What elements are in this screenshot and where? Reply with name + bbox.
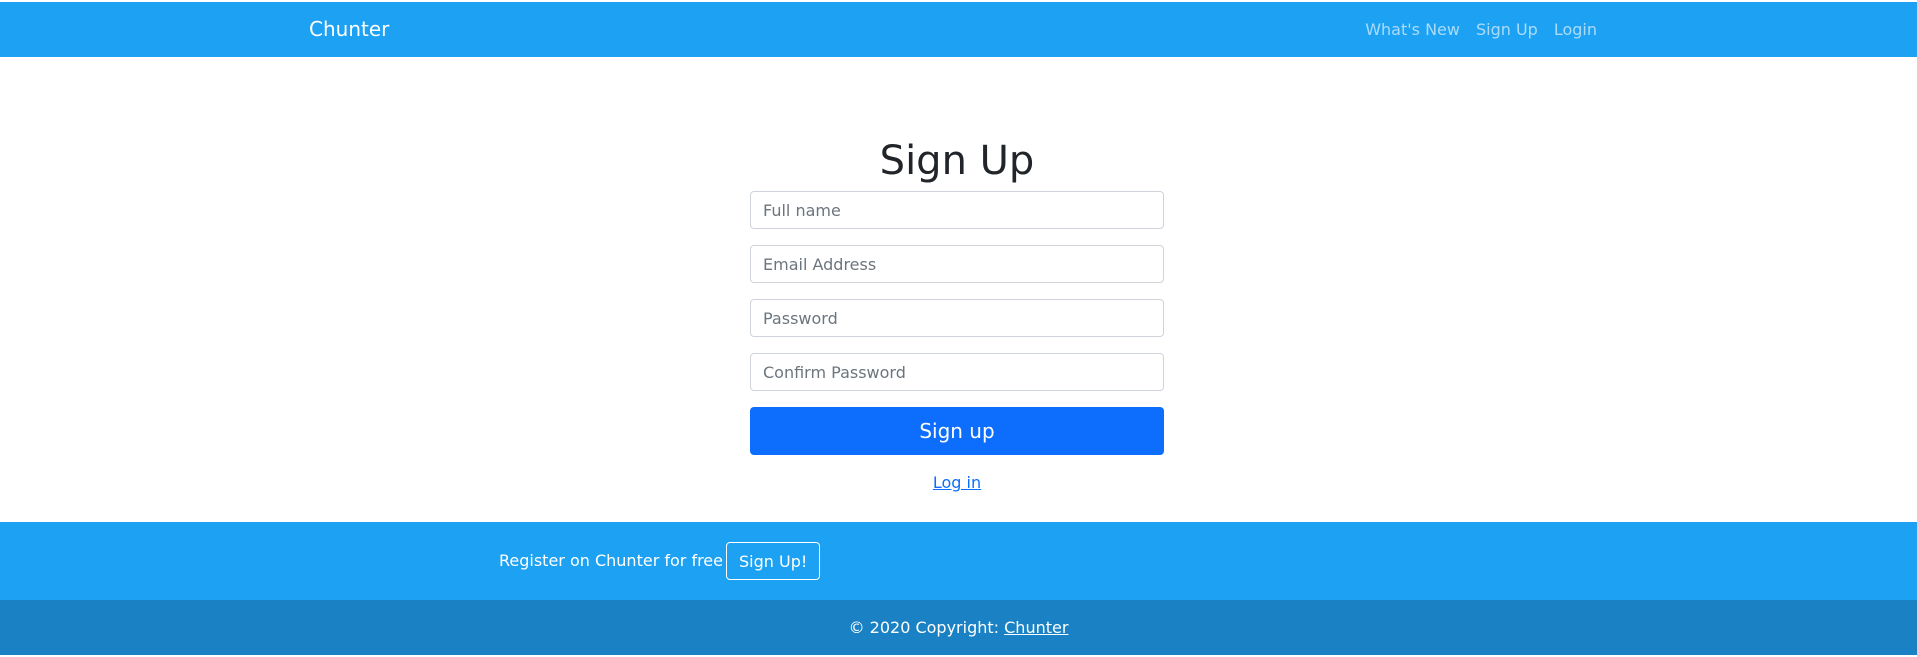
register-banner: Register on Chunter for free Sign Up! [0,522,1917,600]
register-text: Register on Chunter for free [499,551,723,570]
signup-form: Sign Up Sign up Log in [750,137,1164,492]
password-input[interactable] [750,299,1164,337]
nav-link-whats-new[interactable]: What's New [1365,20,1460,39]
email-input[interactable] [750,245,1164,283]
full-name-input[interactable] [750,191,1164,229]
navbar: Chunter What's New Sign Up Login [0,2,1917,57]
copyright-text: © 2020 Copyright: [848,618,1005,637]
nav-links: What's New Sign Up Login [1365,2,1597,57]
log-in-link[interactable]: Log in [750,473,1164,492]
brand-link[interactable]: Chunter [309,2,389,57]
main-content: Sign Up Sign up Log in [0,57,1917,522]
page-title: Sign Up [879,138,1035,184]
footer-chunter-link[interactable]: Chunter [1004,618,1068,637]
nav-link-login[interactable]: Login [1554,20,1597,39]
footer: © 2020 Copyright: Chunter [0,600,1917,655]
banner-sign-up-button[interactable]: Sign Up! [726,542,821,580]
confirm-password-input[interactable] [750,353,1164,391]
nav-link-sign-up[interactable]: Sign Up [1476,20,1538,39]
form-fields [750,191,1164,391]
sign-up-button[interactable]: Sign up [750,407,1164,455]
